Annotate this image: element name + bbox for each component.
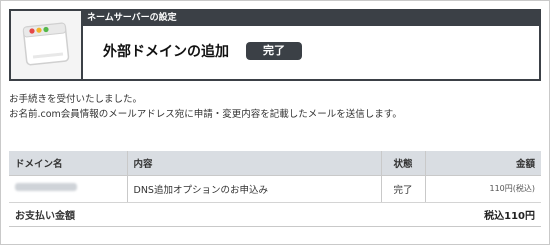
column-header-status: 状態 xyxy=(381,151,426,176)
confirmation-message: お手続きを受付いたしました。 xyxy=(9,94,143,105)
email-notice-message: お名前.com会員情報のメールアドレス宛に申請・変更内容を記載したメールを送信し… xyxy=(9,109,402,120)
icon-box xyxy=(11,11,83,79)
content-cell: DNS追加オプションのお申込み xyxy=(127,175,382,203)
total-value: 税込110円 xyxy=(425,202,541,227)
redacted-domain xyxy=(15,183,77,191)
section-title: ネームサーバーの設定 xyxy=(83,11,539,26)
page-frame: ネームサーバーの設定 外部ドメインの追加 完了 お手続きを受付いたしました。 お… xyxy=(0,0,550,245)
table-row: DNS追加オプションのお申込み 完了 110円(税込) xyxy=(9,175,541,203)
domain-cell xyxy=(9,175,128,203)
table-header-row: ドメイン名 内容 状態 金額 xyxy=(9,151,541,176)
amount-cell: 110円(税込) xyxy=(425,175,541,203)
total-label: お支払い金額 xyxy=(9,202,425,227)
total-row: お支払い金額 税込110円 xyxy=(9,202,541,227)
order-table: ドメイン名 内容 状態 金額 DNS追加オプションのお申込み 完了 110円(税… xyxy=(9,151,541,227)
browser-window-icon xyxy=(22,22,70,66)
status-cell: 完了 xyxy=(381,175,426,203)
column-header-domain: ドメイン名 xyxy=(9,151,128,176)
page-title: 外部ドメインの追加 xyxy=(103,44,229,60)
header-card: ネームサーバーの設定 外部ドメインの追加 完了 xyxy=(9,9,541,81)
column-header-amount: 金額 xyxy=(425,151,541,176)
column-header-content: 内容 xyxy=(127,151,382,176)
status-badge: 完了 xyxy=(246,42,302,60)
